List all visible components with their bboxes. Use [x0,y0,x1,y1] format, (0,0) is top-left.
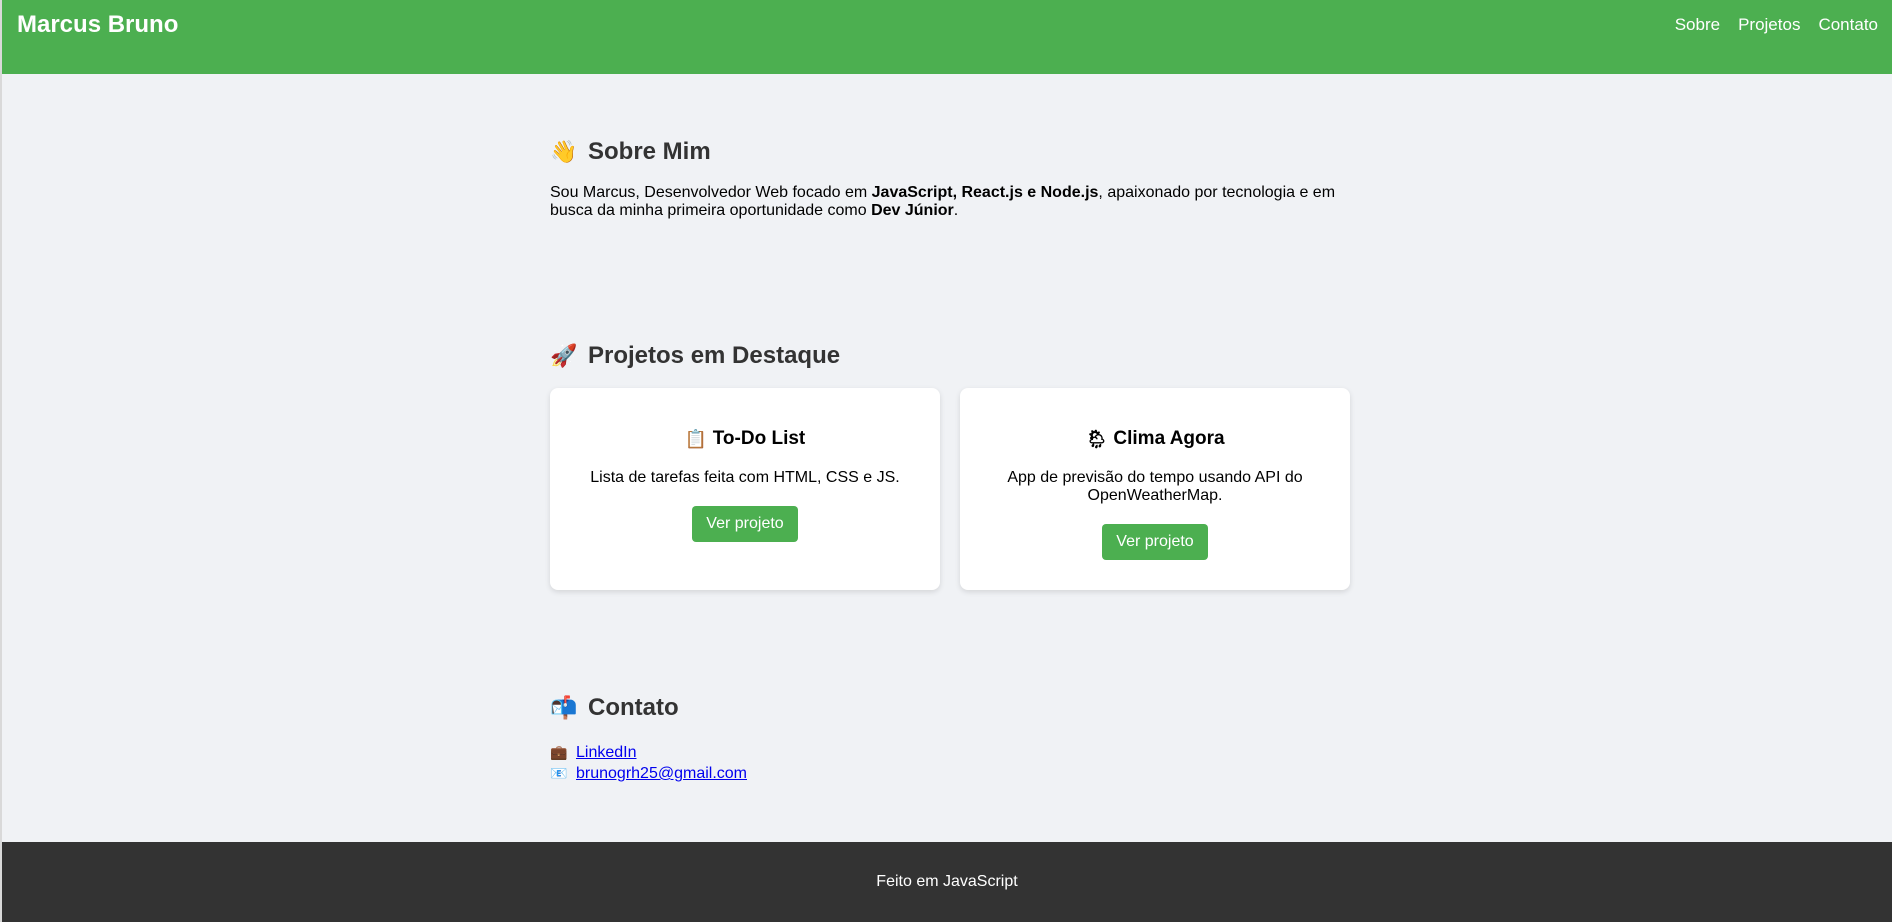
cloud-rain-icon: 🌦 [1085,428,1109,449]
ver-projeto-button[interactable]: Ver projeto [1102,524,1208,560]
sobre-title: Sobre Mim [588,138,711,165]
contato-heading: 📬 Contato [550,694,1350,722]
ver-projeto-button[interactable]: Ver projeto [692,506,798,542]
project-card-clima: 🌦 Clima Agora App de previsão do tempo u… [960,388,1350,590]
sobre-heading: 👋 Sobre Mim [550,138,1350,166]
brand-title: Marcus Bruno [17,11,179,38]
sobre-text-1: Sou Marcus, Desenvolvedor Web focado em [550,184,872,201]
project-card-title-text: To-Do List [712,428,806,449]
nav-link-contato[interactable]: Contato [1818,15,1878,35]
sobre-text-3: . [953,202,959,219]
nav-link-projetos[interactable]: Projetos [1738,15,1800,35]
rocket-icon: 🚀 [550,343,578,368]
contact-item-linkedin: 💼 LinkedIn [550,742,1350,763]
contact-item-email: 📧 brunogrh25@gmail.com [550,763,1350,784]
project-card-title-text: Clima Agora [1113,428,1225,449]
site-header: Marcus Bruno Sobre Projetos Contato [2,0,1892,74]
linkedin-link[interactable]: LinkedIn [576,742,637,763]
main-nav: Sobre Projetos Contato [1675,15,1878,35]
section-contato: 📬 Contato 💼 LinkedIn 📧 brunogrh25@gmail.… [550,694,1350,784]
project-cards: 📋 To-Do List Lista de tarefas feita com … [550,388,1350,590]
site-footer: Feito em JavaScript [2,842,1892,922]
project-card-title: 🌦 Clima Agora [984,428,1326,450]
projetos-title: Projetos em Destaque [588,342,841,369]
mailbox-icon: 📬 [550,695,578,720]
section-projetos: 🚀 Projetos em Destaque 📋 To-Do List List… [550,342,1350,590]
section-sobre: 👋 Sobre Mim Sou Marcus, Desenvolvedor We… [550,138,1350,220]
briefcase-icon: 💼 [550,744,568,760]
project-card-description: Lista de tarefas feita com HTML, CSS e J… [590,469,900,486]
project-card-todo: 📋 To-Do List Lista de tarefas feita com … [550,388,940,590]
email-link[interactable]: brunogrh25@gmail.com [576,763,747,784]
contact-links: 💼 LinkedIn 📧 brunogrh25@gmail.com [550,742,1350,784]
sobre-role: Dev Júnior [871,202,954,219]
waving-hand-icon: 👋 [550,139,578,164]
project-card-title: 📋 To-Do List [574,428,916,450]
footer-text: Feito em JavaScript [876,873,1018,890]
sobre-skills: JavaScript, React.js e Node.js [871,184,1099,201]
contato-title: Contato [588,694,679,721]
projetos-heading: 🚀 Projetos em Destaque [550,342,1350,370]
email-icon: 📧 [550,765,568,781]
sobre-paragraph: Sou Marcus, Desenvolvedor Web focado em … [550,184,1350,220]
nav-link-sobre[interactable]: Sobre [1675,15,1720,35]
project-card-description: App de previsão do tempo usando API do O… [1007,469,1303,504]
clipboard-icon: 📋 [684,428,708,449]
